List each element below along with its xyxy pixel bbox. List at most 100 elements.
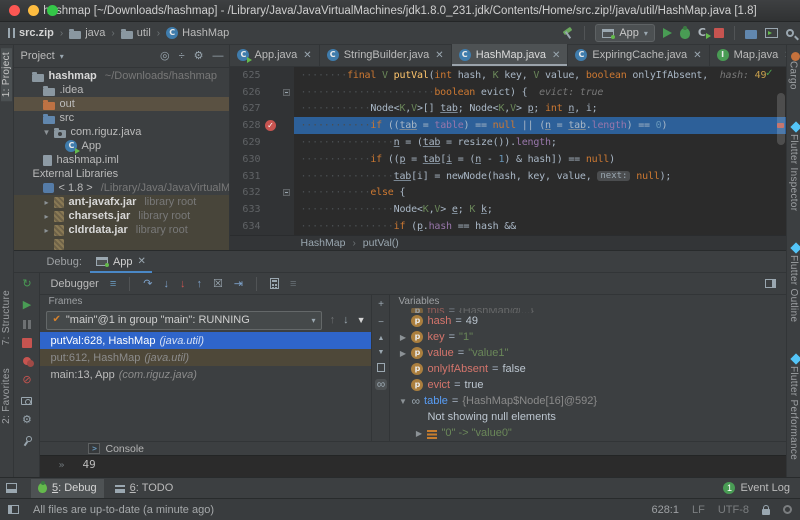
tree-item--1-8-[interactable]: < 1.8 >/Library/Java/JavaVirtualMachines… <box>14 181 229 195</box>
breadcrumb-method[interactable]: putVal() <box>363 237 399 249</box>
breadcrumb-item-hashmap[interactable]: HashMap <box>164 26 231 40</box>
fold-icon[interactable] <box>283 189 290 196</box>
caret-position[interactable]: 628:1 <box>651 504 679 516</box>
drop-frame-icon[interactable]: ☒ <box>213 278 223 290</box>
editor-gutter[interactable]: 628 <box>230 117 294 134</box>
tree-item-out[interactable]: out <box>14 97 229 111</box>
hide-panel-icon[interactable]: — <box>212 50 223 62</box>
next-frame-icon[interactable]: ↓ <box>343 314 349 326</box>
code-text[interactable]: ············if ((p = tab[i = (n - 1) & h… <box>294 151 786 168</box>
editor-gutter[interactable]: 625 <box>230 67 294 84</box>
code-text[interactable]: ············else { <box>294 185 786 202</box>
breadcrumb-item-src-zip[interactable]: src.zip <box>6 26 56 40</box>
line-separator[interactable]: LF <box>692 504 705 516</box>
code-text[interactable]: ················if (p.hash == hash && <box>294 218 786 235</box>
tool-window-toggle-icon[interactable] <box>8 505 19 514</box>
breadcrumb-item-java[interactable]: java <box>67 26 107 40</box>
fold-marker[interactable] <box>280 89 292 96</box>
move-down-icon[interactable]: ▼ <box>378 349 385 356</box>
code-text[interactable]: ················n = (tab = resize()).len… <box>294 134 786 151</box>
tool-window-corner-icon[interactable] <box>6 483 17 493</box>
variable-row[interactable]: ▶key = "1" <box>390 329 786 345</box>
pin-tab-icon[interactable] <box>22 435 32 445</box>
scrollbar-thumb[interactable] <box>777 93 785 145</box>
close-icon[interactable]: ✕ <box>435 50 443 61</box>
evaluate-expression-icon[interactable] <box>270 278 279 289</box>
run-configuration-select[interactable]: App ▾ <box>595 24 655 42</box>
tree-item[interactable] <box>14 237 229 250</box>
gear-icon[interactable]: ⚙ <box>194 50 204 62</box>
tree-item--idea[interactable]: .idea <box>14 83 229 97</box>
run-icon[interactable] <box>663 28 672 38</box>
tree-item-ant-javafx-jar[interactable]: ▸ant-javafx.jarlibrary root <box>14 195 229 209</box>
breakpoint-cell[interactable] <box>260 120 280 131</box>
code-text[interactable]: ········final V putVal(int hash, K key, … <box>294 67 786 84</box>
tool-stripe-flutter-performance[interactable]: Flutter Performance <box>788 348 800 464</box>
step-over-icon[interactable]: ↷ <box>143 278 152 290</box>
breadcrumb-class[interactable]: HashMap <box>300 237 345 249</box>
debug-session-tab[interactable]: App ✕ <box>90 251 152 273</box>
breadcrumb-item-util[interactable]: util <box>119 26 153 40</box>
tree-item-charsets-jar[interactable]: ▸charsets.jarlibrary root <box>14 209 229 223</box>
run-to-cursor-icon[interactable]: ⇥ <box>234 278 243 290</box>
fold-icon[interactable] <box>283 89 290 96</box>
memory-indicator-icon[interactable] <box>783 505 792 514</box>
close-icon[interactable]: ✕ <box>552 50 560 61</box>
inspection-ok-icon[interactable]: ✓ <box>765 68 773 79</box>
expand-arrow-icon[interactable]: ▶ <box>398 349 407 358</box>
editor-gutter[interactable]: 627 <box>230 101 294 118</box>
view-breakpoints-icon[interactable] <box>23 357 31 365</box>
debugger-tab-label[interactable]: Debugger <box>50 278 98 290</box>
tool-window-button-5-debug[interactable]: 5: Debug <box>31 479 104 498</box>
variable-row[interactable]: hash = 49 <box>390 313 786 329</box>
tool-window-button-6-todo[interactable]: 6: TODO <box>108 479 181 498</box>
expand-arrow-icon[interactable]: ▼ <box>42 128 50 137</box>
tool-stripe-favorites[interactable]: 2: Favorites <box>1 364 12 428</box>
expand-arrow-icon[interactable]: ▼ <box>398 397 407 406</box>
locate-file-icon[interactable]: ◎ <box>160 50 170 62</box>
close-icon[interactable]: ✕ <box>303 50 311 61</box>
expand-arrow-icon[interactable]: ▶ <box>414 429 423 438</box>
mute-breakpoints-icon[interactable]: ⊘ <box>22 374 31 386</box>
editor-gutter[interactable]: 634 <box>230 218 294 235</box>
editor-gutter[interactable]: 633 <box>230 201 294 218</box>
run-with-coverage-icon[interactable] <box>698 27 706 39</box>
console-tab[interactable]: Console <box>40 441 786 455</box>
editor-tab-hashmap-java[interactable]: HashMap.java✕ <box>452 44 569 66</box>
filter-frames-icon[interactable]: ▼ <box>357 314 366 326</box>
editor-tab-expiringcache-java[interactable]: ExpiringCache.java✕ <box>568 44 709 66</box>
code-text[interactable]: ·······················boolean evict) { … <box>294 84 786 101</box>
settings-gear-icon[interactable]: ⚙ <box>22 414 32 426</box>
remove-watch-icon[interactable]: − <box>378 317 384 328</box>
variable-row[interactable]: ▶value = "value1" <box>390 345 786 361</box>
expand-arrow-icon[interactable]: ▸ <box>42 226 50 235</box>
debugger-settings-icon[interactable]: ≡ <box>110 278 116 290</box>
tool-stripe-flutter-inspector[interactable]: Flutter Inspector <box>788 116 800 215</box>
stop-icon[interactable] <box>714 28 724 38</box>
new-watch-icon[interactable]: + <box>378 299 384 310</box>
step-out-icon[interactable]: ↑ <box>196 278 202 290</box>
variable-row[interactable]: ▶"0" -> "value0" <box>390 425 786 441</box>
minimize-window-button[interactable] <box>28 5 39 16</box>
expand-arrow-icon[interactable]: ▶ <box>398 333 407 342</box>
tree-item-external-libraries[interactable]: External Libraries <box>14 167 229 181</box>
duplicate-icon[interactable] <box>377 363 385 372</box>
tree-item-cldrdata-jar[interactable]: ▸cldrdata.jarlibrary root <box>14 223 229 237</box>
code-area[interactable]: 625········final V putVal(int hash, K ke… <box>230 67 786 235</box>
editor-tab-stringbuilder-java[interactable]: StringBuilder.java✕ <box>320 44 452 66</box>
run-anything-icon[interactable] <box>765 28 778 38</box>
thread-dump-icon[interactable] <box>21 397 32 405</box>
restore-layout-icon[interactable] <box>765 279 776 288</box>
tool-stripe-structure[interactable]: 7: Structure <box>1 286 12 349</box>
tool-stripe-project[interactable]: 1: Project <box>1 48 12 101</box>
editor-gutter[interactable]: 631 <box>230 168 294 185</box>
variable-row[interactable]: ▼table = {HashMap$Node[16]@592} <box>390 393 786 409</box>
tree-item-app[interactable]: App <box>14 139 229 153</box>
frame-row[interactable]: putVal:628, HashMap (java.util) <box>40 332 371 349</box>
expand-arrow-icon[interactable]: ▸ <box>42 212 50 221</box>
chevron-down-icon[interactable]: ▾ <box>60 52 64 61</box>
frame-row[interactable]: put:612, HashMap (java.util) <box>40 349 371 366</box>
rerun-icon[interactable]: ↻ <box>22 278 31 290</box>
close-window-button[interactable] <box>9 5 20 16</box>
code-text[interactable]: ············Node<K,V>[] tab; Node<K,V> p… <box>294 101 786 118</box>
